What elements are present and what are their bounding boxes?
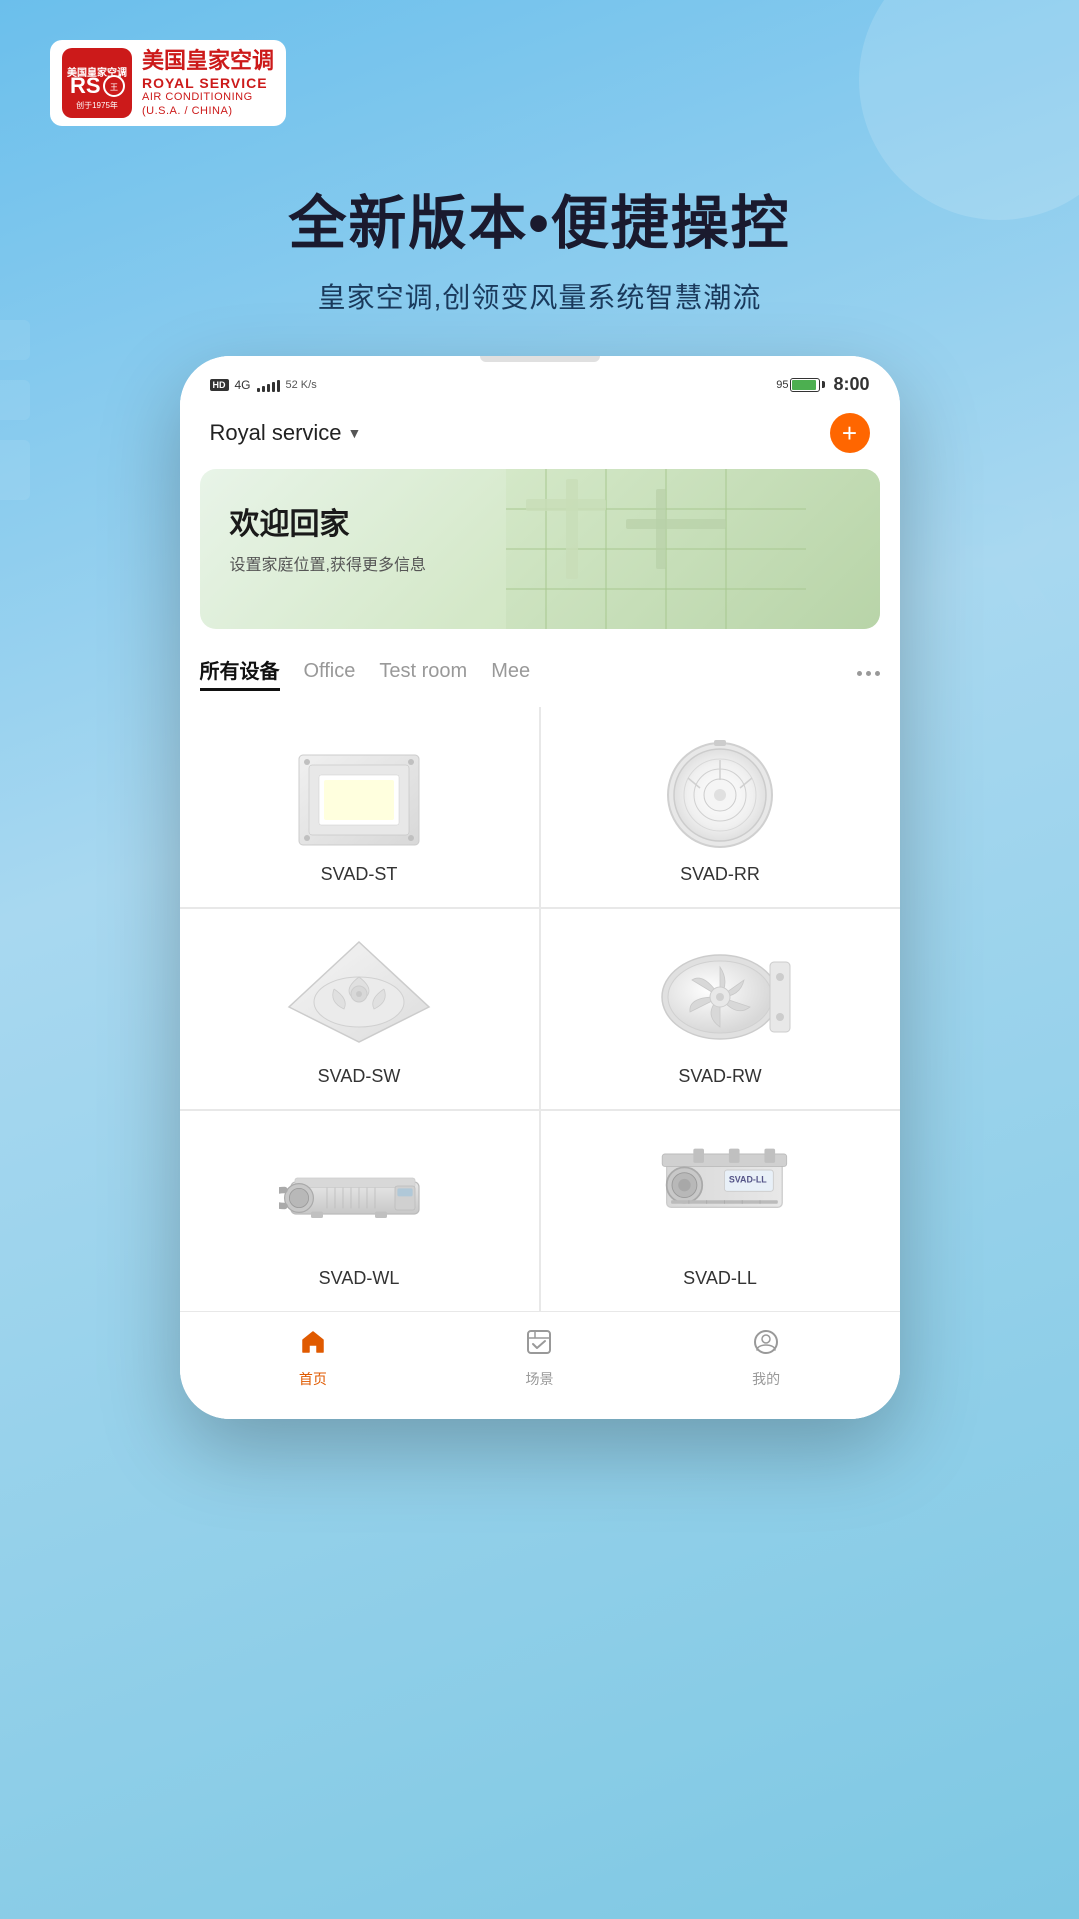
device-grid: SVAD-ST (180, 707, 900, 1311)
home-icon (299, 1328, 327, 1363)
profile-icon (752, 1328, 780, 1363)
battery-body (790, 378, 820, 392)
more-tabs-button[interactable] (857, 671, 880, 676)
header: 美国皇家空调 RS 王 创于1975年 美国皇家空调 ROYAL SERVICE… (0, 0, 1079, 146)
device-image-svad-ll: SVAD-LL (640, 1134, 800, 1254)
device-card-svad-rw[interactable]: SVAD-RW (541, 909, 900, 1109)
signal-bar-2 (262, 386, 265, 392)
network-label: 4G (235, 378, 251, 392)
svad-st-svg (279, 730, 439, 850)
map-title: 欢迎回家 (230, 499, 850, 543)
device-name-svad-wl: SVAD-WL (319, 1268, 400, 1289)
hero-section: 全新版本•便捷操控 皇家空调,创领变风量系统智慧潮流 (0, 146, 1079, 356)
device-card-svad-st[interactable]: SVAD-ST (180, 707, 539, 907)
tab-mee[interactable]: Mee (491, 660, 530, 687)
nav-label-scene: 场景 (525, 1369, 553, 1389)
signal-bar-3 (267, 384, 270, 392)
phone-inner: HD 4G 52 K/s 95 (180, 356, 900, 1419)
map-welcome: 欢迎回家 设置家庭位置,获得更多信息 (230, 499, 850, 575)
location-label: Royal service (210, 420, 342, 446)
status-bar: HD 4G 52 K/s 95 (180, 356, 900, 403)
device-name-svad-rr: SVAD-RR (680, 864, 760, 885)
status-right: 95 8:00 (776, 374, 869, 395)
svad-rw-svg (640, 932, 800, 1052)
svg-text:王: 王 (110, 83, 118, 92)
device-image-svad-st (279, 730, 439, 850)
dot-2 (866, 671, 871, 676)
device-image-svad-rw (640, 932, 800, 1052)
status-left: HD 4G 52 K/s (210, 378, 317, 392)
battery-tip (822, 381, 825, 388)
dot-3 (875, 671, 880, 676)
network-speed: 52 K/s (286, 379, 317, 391)
add-device-button[interactable]: + (830, 413, 870, 453)
hero-title: 全新版本•便捷操控 (50, 176, 1029, 260)
logo-chinese: 美国皇家空调 (142, 48, 274, 74)
tab-office[interactable]: Office (304, 660, 356, 687)
svad-ll-svg: SVAD-LL (640, 1129, 800, 1259)
logo-svg: 美国皇家空调 RS 王 创于1975年 (62, 48, 132, 118)
device-name-svad-ll: SVAD-LL (683, 1268, 757, 1289)
signal-bars (257, 378, 280, 392)
svad-sw-svg (279, 927, 439, 1057)
phone-wrapper: HD 4G 52 K/s 95 (0, 356, 1079, 1479)
battery-percent: 95 (776, 379, 788, 391)
phone-notch (480, 356, 600, 362)
hero-subtitle: 皇家空调,创领变风量系统智慧潮流 (50, 276, 1029, 316)
signal-bar-5 (277, 380, 280, 392)
device-image-svad-wl (279, 1134, 439, 1254)
svad-wl-svg (279, 1134, 439, 1254)
map-description: 设置家庭位置,获得更多信息 (230, 551, 850, 575)
device-card-svad-ll[interactable]: SVAD-LL SVAD-LL (541, 1111, 900, 1311)
hd-badge: HD (210, 379, 229, 391)
room-tabs: 所有设备 Office Test room Mee (180, 645, 900, 707)
signal-bar-1 (257, 388, 260, 392)
device-card-svad-wl[interactable]: SVAD-WL (180, 1111, 539, 1311)
map-card: 欢迎回家 设置家庭位置,获得更多信息 (200, 469, 880, 629)
device-card-svad-sw[interactable]: SVAD-SW (180, 909, 539, 1109)
dot-1 (857, 671, 862, 676)
nav-item-scene[interactable]: 场景 (525, 1328, 553, 1389)
nav-location[interactable]: Royal service ▼ (210, 420, 362, 446)
battery-fill (792, 380, 816, 390)
tab-all-devices[interactable]: 所有设备 (200, 655, 280, 691)
logo-text: 美国皇家空调 ROYAL SERVICE AIR CONDITIONING (U… (142, 48, 274, 118)
signal-bar-4 (272, 382, 275, 392)
device-image-svad-rr (640, 730, 800, 850)
svad-rr-svg (640, 730, 800, 850)
app-navbar: Royal service ▼ + (180, 403, 900, 469)
device-name-svad-sw: SVAD-SW (318, 1066, 401, 1087)
logo-usa-china: (U.S.A. / CHINA) (142, 105, 274, 118)
nav-label-profile: 我的 (752, 1369, 780, 1389)
svg-text:RS: RS (70, 73, 101, 98)
svg-text:SVAD-LL: SVAD-LL (729, 1174, 767, 1184)
nav-item-profile[interactable]: 我的 (752, 1328, 780, 1389)
bottom-nav: 首页 场景 (180, 1311, 900, 1419)
device-card-svad-rr[interactable]: SVAD-RR (541, 707, 900, 907)
battery-icon: 95 (776, 378, 825, 392)
phone-mockup: HD 4G 52 K/s 95 (180, 356, 900, 1419)
device-name-svad-rw: SVAD-RW (678, 1066, 761, 1087)
dropdown-arrow-icon: ▼ (348, 425, 362, 441)
status-time: 8:00 (833, 374, 869, 395)
logo-box: 美国皇家空调 RS 王 创于1975年 美国皇家空调 ROYAL SERVICE… (50, 40, 286, 126)
device-image-svad-sw (279, 932, 439, 1052)
tab-test-room[interactable]: Test room (379, 660, 467, 687)
device-name-svad-st: SVAD-ST (321, 864, 398, 885)
scene-icon (525, 1328, 553, 1363)
svg-text:创于1975年: 创于1975年 (76, 100, 118, 110)
logo-air: AIR CONDITIONING (142, 91, 274, 104)
nav-item-home[interactable]: 首页 (299, 1328, 327, 1389)
nav-label-home: 首页 (299, 1369, 327, 1389)
logo-royal: ROYAL SERVICE (142, 75, 274, 92)
